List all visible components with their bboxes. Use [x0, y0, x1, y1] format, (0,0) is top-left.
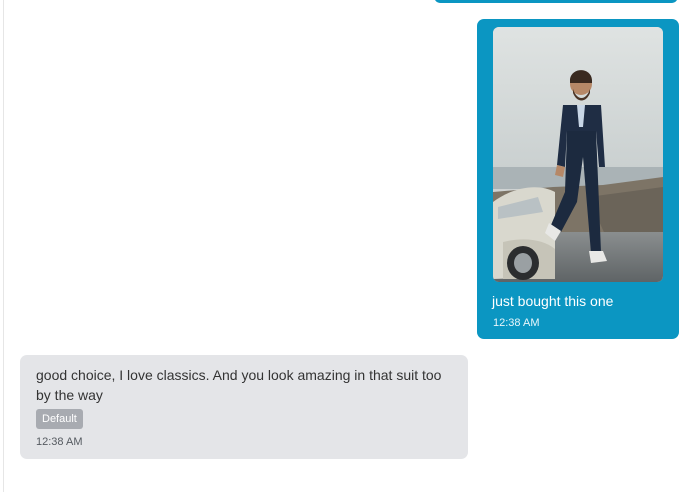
message-photo[interactable] — [493, 27, 663, 282]
default-badge: Default — [36, 409, 83, 429]
outgoing-message-bubble[interactable]: just bought this one 12:38 AM — [477, 19, 679, 339]
incoming-message-bubble[interactable]: good choice, I love classics. And you lo… — [20, 355, 468, 459]
message-text: just bought this one — [492, 293, 614, 309]
previous-message-bubble[interactable] — [434, 0, 678, 3]
left-divider — [3, 0, 4, 492]
message-timestamp: 12:38 AM — [493, 317, 540, 329]
message-timestamp: 12:38 AM — [36, 436, 83, 448]
message-text: good choice, I love classics. And you lo… — [36, 367, 442, 403]
